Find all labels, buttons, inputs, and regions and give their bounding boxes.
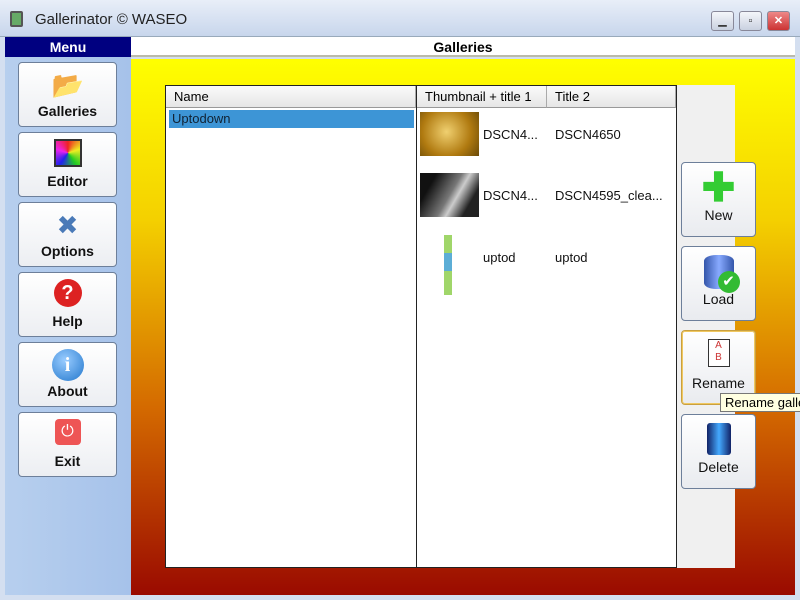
gallery-item-uptodown[interactable]: Uptodown	[169, 110, 414, 128]
title2-cell: DSCN4650	[555, 127, 621, 142]
thumbnail-column-header[interactable]: Thumbnail + title 1	[417, 86, 547, 108]
trash-icon	[702, 423, 736, 457]
delete-button[interactable]: Delete	[681, 414, 756, 489]
menu-label: Help	[52, 313, 83, 329]
exit-icon: ⏻	[52, 419, 84, 451]
page-title: Galleries	[131, 37, 795, 57]
tools-icon: ✖	[56, 210, 79, 240]
info-icon: i	[51, 349, 84, 381]
new-button[interactable]: ✚ New	[681, 162, 756, 237]
menu-label: Options	[41, 243, 94, 259]
title1-cell: uptod	[483, 250, 516, 265]
menu-label: Galleries	[37, 103, 98, 119]
title1-cell: DSCN4...	[483, 188, 538, 203]
button-label: Load	[702, 291, 735, 307]
close-button[interactable]: ✕	[767, 11, 790, 31]
window-title: Gallerinator © WASEO	[35, 11, 188, 28]
app-icon	[10, 11, 23, 27]
title2-cell: uptod	[555, 250, 588, 265]
menu-about-button[interactable]: i About	[18, 342, 117, 407]
gradient-background: Name Uptodown Thumbnail + title 1 Title …	[131, 59, 795, 595]
galleries-view: Galleries Name Uptodown Thumbnail + titl…	[131, 37, 795, 595]
menu-label: Exit	[54, 453, 81, 469]
button-label: Rename	[692, 375, 745, 391]
maximize-button[interactable]: ▫	[739, 11, 762, 31]
minimize-button[interactable]: ▁	[711, 11, 734, 31]
plus-icon: ✚	[701, 166, 736, 210]
menu-header: Menu	[5, 37, 131, 57]
menu-sidebar: Menu 📂 Galleries Editor ✖ Options ? Help iA…	[5, 37, 131, 595]
palette-icon	[52, 139, 84, 171]
menu-exit-button[interactable]: ⏻ Exit	[18, 412, 117, 477]
title1-cell: DSCN4...	[483, 127, 538, 142]
galleries-panel: Name Uptodown Thumbnail + title 1 Title …	[165, 85, 756, 568]
help-icon: ?	[52, 279, 84, 311]
menu-label: Editor	[47, 173, 88, 189]
folder-icon: 📂	[51, 70, 84, 100]
menu-label: About	[47, 383, 88, 399]
image-row[interactable]: DSCN4... DSCN4650	[417, 110, 675, 160]
gallery-list[interactable]: Name Uptodown	[165, 85, 417, 568]
menu-options-button[interactable]: ✖ Options	[18, 202, 117, 267]
thumbnail-image	[420, 235, 479, 295]
image-list[interactable]: Thumbnail + title 1 Title 2 DSCN4... DSC…	[416, 85, 677, 568]
rename-tooltip: Rename gallery	[720, 393, 800, 412]
button-label: New	[704, 207, 733, 223]
rename-icon: AB	[702, 339, 736, 373]
title-bar: Gallerinator © WASEO ▁ ▫ ✕	[0, 0, 800, 37]
title2-cell: DSCN4595_clea...	[555, 188, 663, 203]
button-label: Delete	[698, 459, 739, 475]
image-row[interactable]: DSCN4... DSCN4595_clea...	[417, 171, 675, 221]
menu-help-button[interactable]: ? Help	[18, 272, 117, 337]
menu-galleries-button[interactable]: 📂 Galleries	[18, 62, 117, 127]
title2-column-header[interactable]: Title 2	[547, 86, 676, 108]
thumbnail-image	[420, 112, 479, 156]
database-check-icon: ✔	[702, 255, 740, 293]
image-row[interactable]: uptod uptod	[417, 233, 675, 295]
thumbnail-image	[420, 173, 479, 217]
name-column-header[interactable]: Name	[166, 86, 416, 108]
load-button[interactable]: ✔ Load	[681, 246, 756, 321]
menu-editor-button[interactable]: Editor	[18, 132, 117, 197]
